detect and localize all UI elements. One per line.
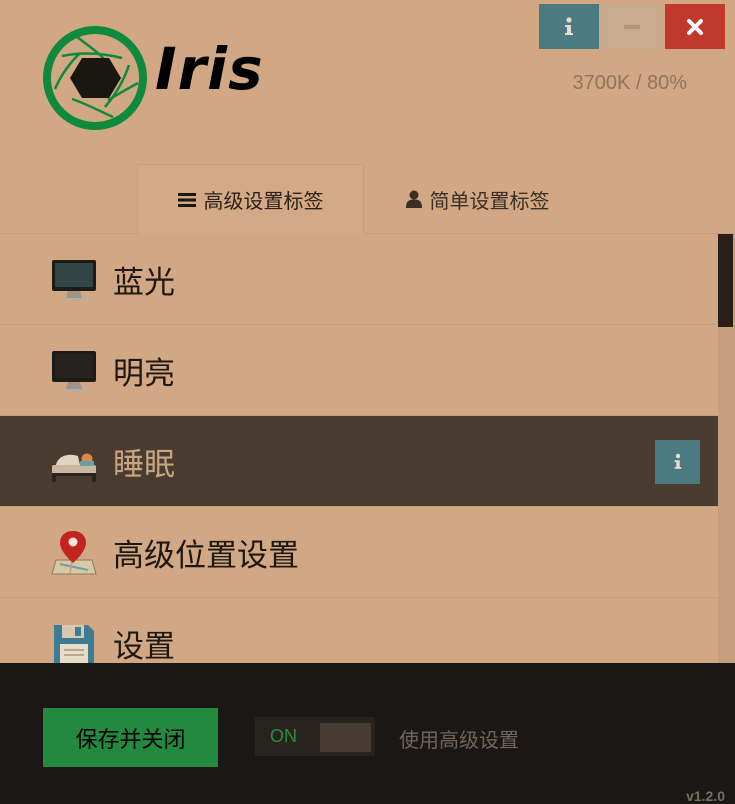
list-item-sleep[interactable]: 睡眠 xyxy=(0,416,718,507)
monitor-icon xyxy=(52,260,96,301)
save-and-close-button[interactable]: 保存并关闭 xyxy=(43,708,218,767)
tab-label: 简单设置标签 xyxy=(429,188,550,213)
advanced-settings-toggle[interactable]: ON xyxy=(255,717,375,756)
list-item-settings[interactable]: 设置 xyxy=(0,598,718,664)
logo-text: Iris xyxy=(155,35,264,103)
minimize-icon xyxy=(624,24,640,29)
version-label: v1.2.0 xyxy=(686,788,725,804)
list-item-blue-light[interactable]: 蓝光 xyxy=(0,234,718,325)
tab-advanced-settings[interactable]: 高级设置标签 xyxy=(137,164,364,234)
monitor-icon xyxy=(52,351,96,392)
toggle-knob[interactable] xyxy=(320,723,371,752)
info-icon xyxy=(674,453,681,469)
list-item-label: 睡眠 xyxy=(113,446,175,483)
toggle-description: 使用高级设置 xyxy=(399,728,519,752)
floppy-disk-icon xyxy=(54,625,94,664)
bed-icon xyxy=(52,453,96,482)
menu-icon xyxy=(177,192,196,207)
footer-bar: 保存并关闭 ON 使用高级设置 v1.2.0 xyxy=(0,663,735,804)
sleep-info-button[interactable] xyxy=(655,440,700,484)
info-button[interactable] xyxy=(539,4,599,49)
list-item-label: 高级位置设置 xyxy=(113,537,299,574)
list-item-label: 蓝光 xyxy=(113,264,175,301)
minimize-button[interactable] xyxy=(602,4,662,49)
user-icon xyxy=(405,190,422,208)
toggle-state-label: ON xyxy=(270,726,297,746)
close-button[interactable] xyxy=(665,4,725,49)
status-readout: 3700K / 80% xyxy=(572,72,687,94)
list-item-advanced-location[interactable]: 高级位置设置 xyxy=(0,507,718,598)
list-item-label: 明亮 xyxy=(113,355,175,392)
info-icon xyxy=(565,16,573,35)
tab-simple-settings[interactable]: 简单设置标签 xyxy=(364,164,591,234)
tab-label: 高级设置标签 xyxy=(203,189,324,213)
map-pin-icon xyxy=(51,531,97,575)
close-icon xyxy=(687,18,703,35)
scrollbar-thumb[interactable] xyxy=(718,234,733,327)
list-item-label: 设置 xyxy=(113,628,175,665)
list-item-brightness[interactable]: 明亮 xyxy=(0,325,718,416)
tab-bar: 高级设置标签 简单设置标签 xyxy=(0,164,735,234)
feature-list: 蓝光 明亮 睡眠 高级位置设置 设置 xyxy=(0,234,718,664)
